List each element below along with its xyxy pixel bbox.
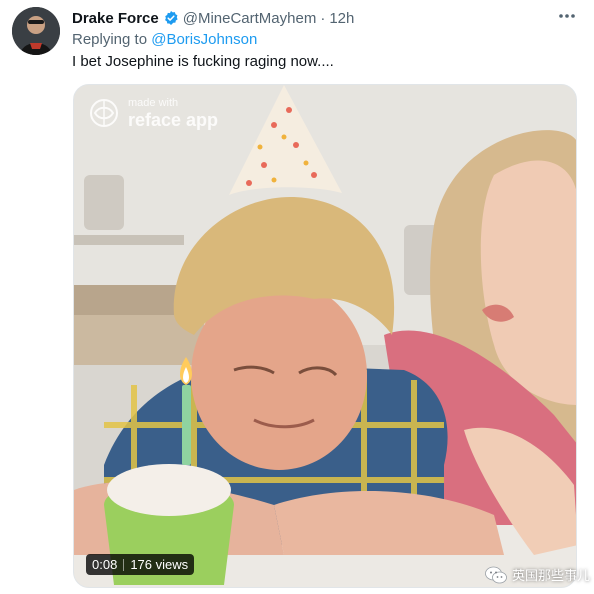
replying-to-link[interactable]: @BorisJohnson	[151, 31, 257, 48]
user-handle[interactable]: @MineCartMayhem	[183, 10, 317, 27]
watermark-small-text: made with	[128, 96, 179, 109]
replying-to-label: Replying to	[72, 31, 148, 48]
view-count: 176 views	[130, 557, 189, 572]
watermark-brand-text: reface app	[128, 109, 219, 130]
more-options-button[interactable]	[554, 6, 580, 26]
tweet-text: I bet Josephine is fucking raging now...…	[72, 53, 334, 70]
display-name[interactable]: Drake Force	[72, 10, 159, 27]
video-thumbnail	[74, 85, 576, 587]
reface-logo-icon	[90, 99, 118, 127]
tweet-header: Drake Force @MineCartMayhem · 12h	[72, 8, 354, 28]
wechat-icon	[485, 566, 507, 583]
source-label: 英国那些事儿	[511, 568, 590, 583]
avatar-image	[12, 7, 60, 55]
video-duration-badge: 0:08 176 views	[86, 554, 195, 575]
video-player[interactable]: made with reface app 0:08 176 views	[73, 84, 577, 588]
avatar[interactable]	[12, 7, 60, 55]
more-horizontal-icon	[559, 14, 575, 18]
verified-badge-icon	[164, 11, 178, 25]
video-duration: 0:08	[92, 557, 118, 572]
reface-watermark: made with reface app	[88, 97, 218, 129]
timestamp[interactable]: 12h	[329, 10, 354, 27]
separator-dot: ·	[320, 9, 326, 27]
badge-divider	[123, 558, 125, 571]
source-watermark: 英国那些事儿	[485, 565, 590, 584]
replying-to-line: Replying to @BorisJohnson	[72, 31, 257, 48]
